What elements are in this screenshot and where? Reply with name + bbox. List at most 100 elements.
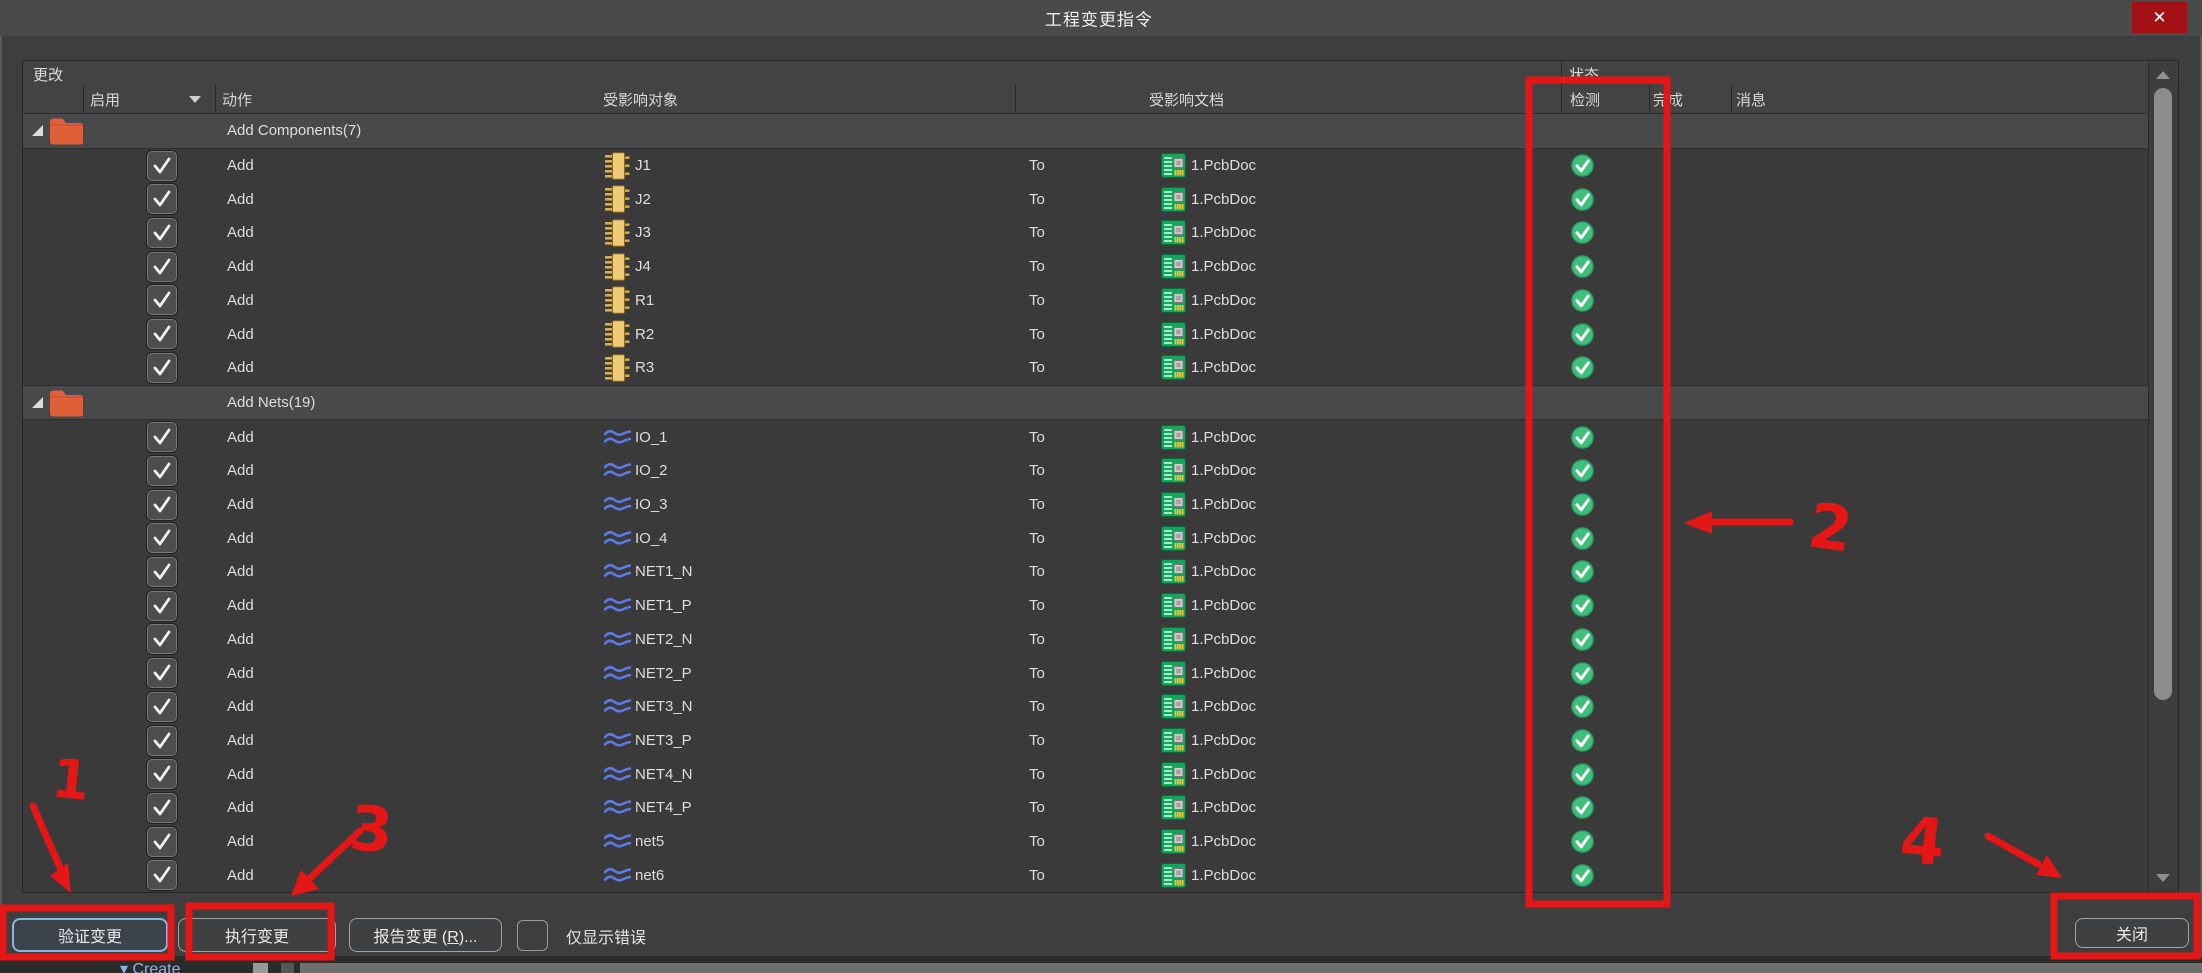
table-row[interactable]: AddNET2_NTo1.PcbDoc (23, 623, 2151, 657)
net-icon (604, 867, 631, 884)
only-show-errors-label: 仅显示错误 (566, 924, 646, 948)
group-row[interactable]: Add Components(7) (23, 113, 2151, 149)
to-label: To (1029, 766, 1155, 783)
table-row[interactable]: AddNET3_PTo1.PcbDoc (23, 724, 2151, 758)
table-column-header: 启用 动作 受影响对象 受影响文档 检测 完成 (23, 85, 2151, 114)
super-header-status: 状态 (1569, 64, 1599, 85)
column-header-action[interactable]: 动作 (215, 85, 583, 113)
table-row[interactable]: AddR2To1.PcbDoc (23, 317, 2151, 351)
row-checkbox[interactable] (146, 657, 178, 689)
object-label: net6 (635, 867, 664, 884)
net-icon (604, 597, 631, 614)
expand-triangle-icon[interactable] (31, 124, 44, 137)
table-row[interactable]: AddR1To1.PcbDoc (23, 284, 2151, 318)
action-label: Add (227, 292, 254, 309)
to-label: To (1029, 799, 1155, 816)
table-row[interactable]: AddIO_2To1.PcbDoc (23, 454, 2151, 488)
to-label: To (1029, 462, 1155, 479)
pcbdoc-icon (1161, 288, 1186, 313)
status-check-icon (1571, 729, 1594, 752)
table-row[interactable]: AddNET1_PTo1.PcbDoc (23, 589, 2151, 623)
table-row[interactable]: AddIO_4To1.PcbDoc (23, 521, 2151, 555)
group-label: Add Nets(19) (227, 394, 315, 411)
document-label: 1.PcbDoc (1191, 224, 1256, 241)
table-row[interactable]: Addnet5To1.PcbDoc (23, 825, 2151, 859)
table-row[interactable]: AddJ1To1.PcbDoc (23, 149, 2151, 183)
status-check-icon (1571, 426, 1594, 449)
row-checkbox[interactable] (146, 183, 178, 215)
scroll-down-icon[interactable] (2156, 874, 2170, 882)
to-label: To (1029, 530, 1155, 547)
net-icon (604, 665, 631, 682)
to-label: To (1029, 563, 1155, 580)
row-checkbox[interactable] (146, 150, 178, 182)
report-changes-button[interactable]: 报告变更 (R)... (349, 918, 502, 952)
row-checkbox[interactable] (146, 421, 178, 453)
column-header-object[interactable]: 受影响对象 (583, 85, 1015, 113)
to-label: To (1029, 698, 1155, 715)
table-row[interactable]: AddNET3_NTo1.PcbDoc (23, 690, 2151, 724)
row-checkbox[interactable] (146, 489, 178, 521)
column-header-message-label: 消息 (1736, 89, 1766, 110)
table-row[interactable]: AddNET4_NTo1.PcbDoc (23, 757, 2151, 791)
column-header-document[interactable]: 受影响文档 (1015, 85, 1561, 113)
object-label: NET1_P (635, 597, 692, 614)
row-checkbox[interactable] (146, 859, 178, 891)
table-row[interactable]: AddIO_1To1.PcbDoc (23, 420, 2151, 454)
row-checkbox[interactable] (146, 284, 178, 316)
row-checkbox[interactable] (146, 455, 178, 487)
report-label-post: )... (459, 929, 478, 946)
table-row[interactable]: AddIO_3To1.PcbDoc (23, 488, 2151, 522)
component-icon (605, 185, 630, 213)
table-row[interactable]: AddNET2_PTo1.PcbDoc (23, 656, 2151, 690)
row-checkbox[interactable] (146, 623, 178, 655)
row-checkbox[interactable] (146, 522, 178, 554)
table-row[interactable]: AddNET1_NTo1.PcbDoc (23, 555, 2151, 589)
to-label: To (1029, 732, 1155, 749)
table-row[interactable]: AddJ3To1.PcbDoc (23, 216, 2151, 250)
changes-table: 更改 状态 启用 动作 受影响对象 受影响文档 检测 (22, 60, 2179, 893)
object-label: J3 (635, 224, 651, 241)
document-label: 1.PcbDoc (1191, 496, 1256, 513)
row-checkbox[interactable] (146, 792, 178, 824)
document-label: 1.PcbDoc (1191, 766, 1256, 783)
filter-dropdown-icon[interactable] (189, 96, 201, 103)
vertical-scrollbar[interactable] (2148, 62, 2177, 891)
close-button[interactable]: 关闭 (2075, 918, 2189, 948)
pcbdoc-icon (1161, 322, 1186, 347)
status-check-icon (1571, 459, 1594, 482)
document-label: 1.PcbDoc (1191, 326, 1256, 343)
row-checkbox[interactable] (146, 758, 178, 790)
column-header-message[interactable]: 消息 (1731, 85, 2151, 113)
group-row[interactable]: Add Nets(19) (23, 385, 2151, 421)
to-label: To (1029, 157, 1155, 174)
action-label: Add (227, 530, 254, 547)
validate-changes-button[interactable]: 验证变更 (12, 918, 168, 952)
scrollbar-thumb[interactable] (2154, 88, 2172, 700)
expand-triangle-icon[interactable] (31, 396, 44, 409)
row-checkbox[interactable] (146, 251, 178, 283)
table-row[interactable]: Addnet6To1.PcbDoc (23, 858, 2151, 892)
only-show-errors-checkbox[interactable] (517, 920, 548, 951)
object-label: J2 (635, 191, 651, 208)
table-row[interactable]: AddJ4To1.PcbDoc (23, 250, 2151, 284)
object-label: NET2_N (635, 631, 693, 648)
column-header-done[interactable]: 完成 (1649, 85, 1731, 113)
row-checkbox[interactable] (146, 691, 178, 723)
pcbdoc-icon (1161, 153, 1186, 178)
row-checkbox[interactable] (146, 217, 178, 249)
row-checkbox[interactable] (146, 556, 178, 588)
table-row[interactable]: AddR3To1.PcbDoc (23, 351, 2151, 385)
row-checkbox[interactable] (146, 352, 178, 384)
table-row[interactable]: AddJ2To1.PcbDoc (23, 182, 2151, 216)
column-header-enable[interactable]: 启用 (83, 85, 215, 113)
scroll-up-icon[interactable] (2156, 71, 2170, 79)
table-row[interactable]: AddNET4_PTo1.PcbDoc (23, 791, 2151, 825)
row-checkbox[interactable] (146, 725, 178, 757)
column-header-check[interactable]: 检测 (1561, 85, 1649, 113)
row-checkbox[interactable] (146, 318, 178, 350)
row-checkbox[interactable] (146, 590, 178, 622)
window-close-button[interactable]: ✕ (2132, 2, 2187, 33)
execute-changes-button[interactable]: 执行变更 (178, 918, 336, 952)
row-checkbox[interactable] (146, 826, 178, 858)
